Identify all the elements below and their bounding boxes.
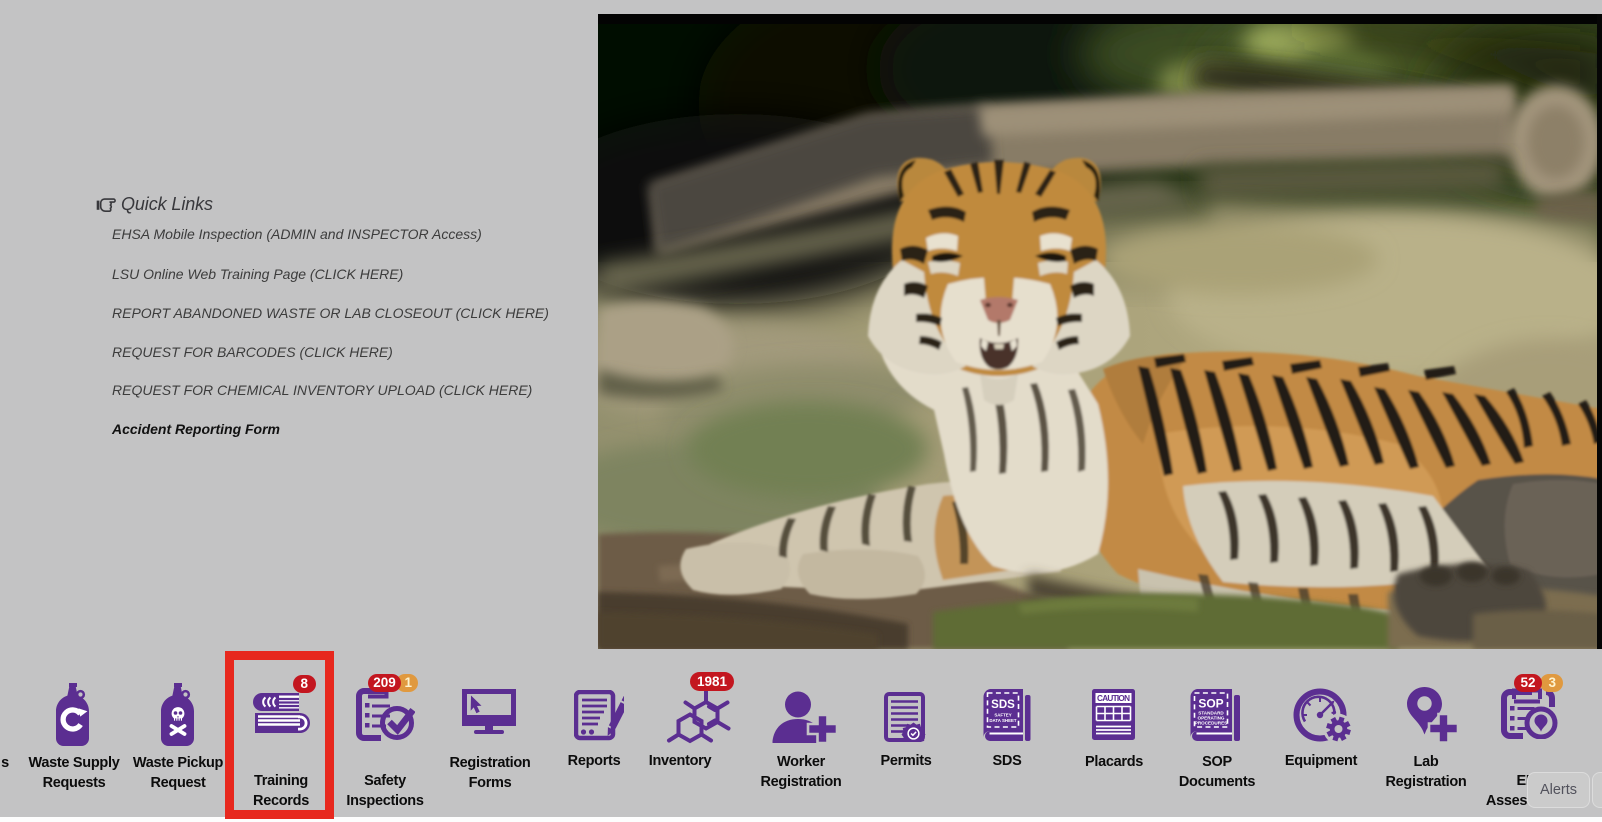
svg-text:SOP: SOP: [1198, 697, 1223, 711]
svg-text:SAFTEY: SAFTEY: [994, 713, 1011, 718]
svg-text:SDS: SDS: [991, 699, 1015, 711]
svg-text:CAUTION: CAUTION: [1097, 694, 1130, 703]
svg-text:PROCEDURES: PROCEDURES: [1195, 721, 1227, 726]
svg-text:DATA SHEET: DATA SHEET: [989, 718, 1017, 723]
